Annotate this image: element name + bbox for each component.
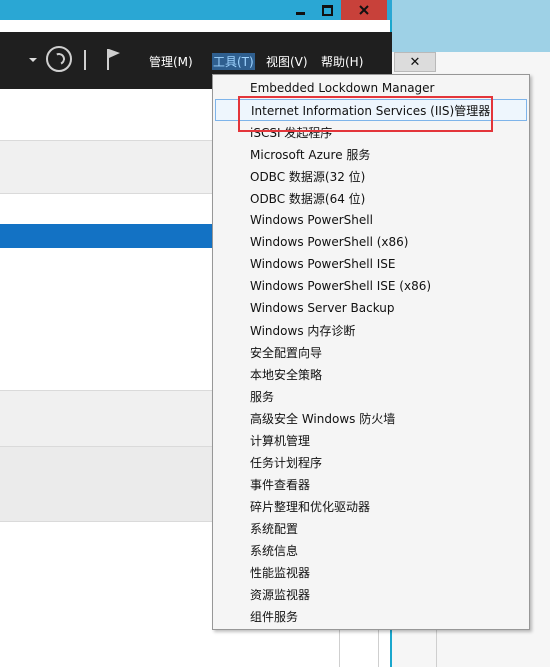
minimize-icon bbox=[296, 11, 305, 15]
menu-item[interactable]: 系统配置 bbox=[215, 517, 527, 539]
menu-item[interactable]: 安全配置向导 bbox=[215, 341, 527, 363]
menu-item[interactable]: 事件查看器 bbox=[215, 473, 527, 495]
menu-tools[interactable]: 工具(T) bbox=[212, 53, 255, 70]
menu-item[interactable]: Windows PowerShell bbox=[215, 209, 527, 231]
tools-dropdown-menu: Embedded Lockdown Manager Internet Inform… bbox=[212, 74, 530, 630]
menu-item[interactable]: 本地安全策略 bbox=[215, 363, 527, 385]
menu-item[interactable]: 资源监视器 bbox=[215, 583, 527, 605]
selected-list-row[interactable] bbox=[0, 224, 212, 248]
menu-item[interactable]: 任务计划程序 bbox=[215, 451, 527, 473]
divider bbox=[84, 50, 86, 70]
menu-item[interactable]: Microsoft Azure 服务 bbox=[215, 143, 527, 165]
menu-item[interactable]: 碎片整理和优化驱动器 bbox=[215, 495, 527, 517]
maximize-icon bbox=[322, 4, 333, 16]
close-button[interactable] bbox=[341, 0, 387, 20]
menu-item[interactable]: ODBC 数据源(64 位) bbox=[215, 187, 527, 209]
minimize-button[interactable] bbox=[287, 0, 314, 20]
menu-item[interactable]: Windows Server Backup bbox=[215, 297, 527, 319]
flag-icon[interactable] bbox=[106, 47, 122, 71]
menu-item[interactable]: 组件服务 bbox=[215, 605, 527, 627]
menu-item[interactable]: Windows PowerShell (x86) bbox=[215, 231, 527, 253]
menu-item[interactable]: 系统信息 bbox=[215, 539, 527, 561]
menu-item[interactable]: Windows PowerShell ISE bbox=[215, 253, 527, 275]
menu-item[interactable]: 性能监视器 bbox=[215, 561, 527, 583]
menu-item[interactable]: 高级安全 Windows 防火墙 bbox=[215, 407, 527, 429]
menu-manage[interactable]: 管理(M) bbox=[149, 53, 193, 70]
panel-close-button[interactable]: ✕ bbox=[394, 52, 436, 72]
content-band bbox=[0, 446, 212, 522]
menu-view[interactable]: 视图(V) bbox=[266, 53, 308, 70]
menu-help[interactable]: 帮助(H) bbox=[321, 53, 363, 70]
maximize-button[interactable] bbox=[314, 0, 341, 20]
annotation-highlight bbox=[238, 96, 493, 132]
menu-item[interactable]: Windows PowerShell ISE (x86) bbox=[215, 275, 527, 297]
refresh-icon[interactable] bbox=[46, 46, 72, 72]
close-icon bbox=[359, 5, 369, 15]
chevron-down-icon[interactable] bbox=[29, 58, 37, 62]
menu-item[interactable]: Windows 内存诊断 bbox=[215, 319, 527, 341]
menu-item[interactable]: 计算机管理 bbox=[215, 429, 527, 451]
menu-item[interactable]: 服务 bbox=[215, 385, 527, 407]
content-band bbox=[0, 140, 212, 194]
content-band bbox=[0, 390, 212, 448]
menu-item[interactable]: ODBC 数据源(32 位) bbox=[215, 165, 527, 187]
